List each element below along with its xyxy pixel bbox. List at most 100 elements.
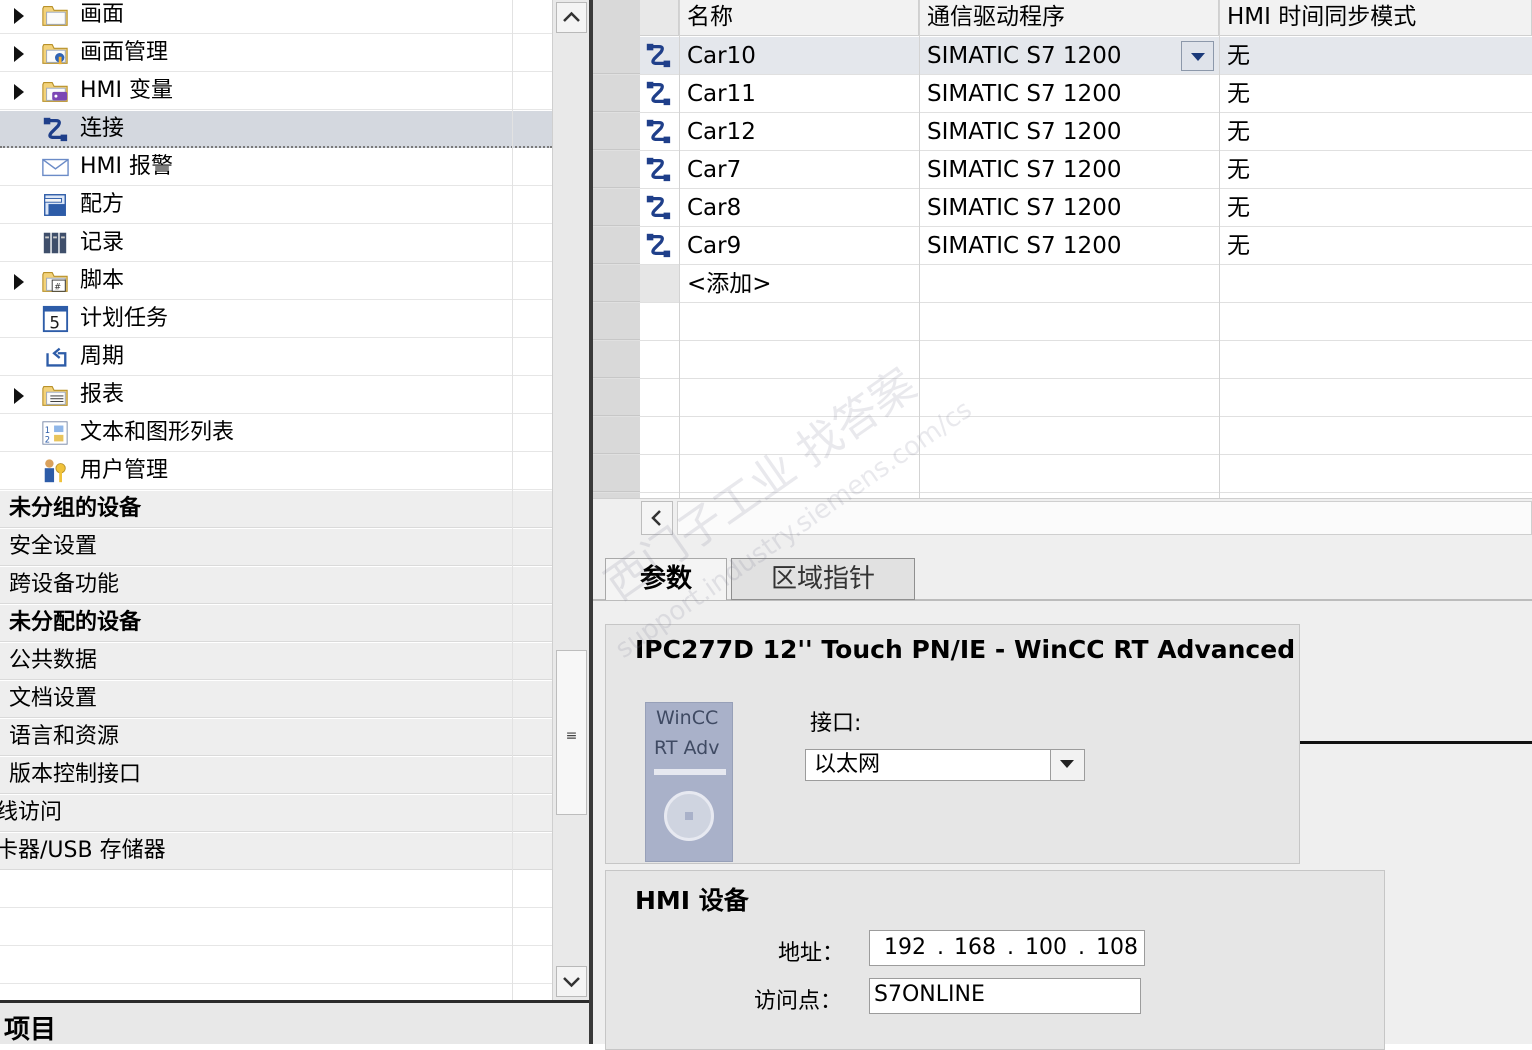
cell-name[interactable]: Car8 xyxy=(687,193,741,223)
tree-item-label: 计划任务 xyxy=(80,306,169,331)
tree-item[interactable]: 报表 xyxy=(0,377,552,414)
add-connection-label[interactable]: <添加> xyxy=(687,269,772,299)
tree-group-item[interactable]: 未分组的设备 xyxy=(0,491,552,528)
tree-vertical-scrollbar[interactable]: ≡ xyxy=(552,0,591,1000)
interface-dropdown[interactable]: 以太网 xyxy=(805,749,1085,781)
cell-driver[interactable]: SIMATIC S7 1200 xyxy=(927,231,1121,261)
tab-parameters[interactable]: 参数 xyxy=(605,558,727,600)
cell-time-sync[interactable]: 无 xyxy=(1227,155,1250,185)
tree-item[interactable]: 1 2 文本和图形列表 xyxy=(0,415,552,452)
cell-driver[interactable]: SIMATIC S7 1200 xyxy=(927,193,1121,223)
cell-name[interactable]: Car9 xyxy=(687,231,741,261)
column-divider xyxy=(679,0,680,500)
row-selector[interactable] xyxy=(593,37,640,74)
tree-group-item[interactable]: 未分配的设备 xyxy=(0,605,552,642)
cell-driver[interactable]: SIMATIC S7 1200 xyxy=(927,41,1121,71)
tree-item[interactable]: 记录 xyxy=(0,225,552,262)
row-selector[interactable] xyxy=(593,113,640,150)
cell-name[interactable]: Car11 xyxy=(687,79,756,109)
hmi-device-title: HMI 设备 xyxy=(635,886,749,915)
cell-time-sync[interactable]: 无 xyxy=(1227,117,1250,147)
tree-group-item[interactable]: 跨设备功能 xyxy=(0,567,552,604)
ip-octet-1[interactable]: 192 xyxy=(884,931,926,965)
ip-octet-4[interactable]: 108 xyxy=(1096,931,1138,965)
tab-area-pointers[interactable]: 区域指针 xyxy=(731,558,915,600)
table-row[interactable]: Car8 SIMATIC S7 1200 无 xyxy=(593,189,1532,227)
row-selector[interactable] xyxy=(593,75,640,112)
expand-arrow-icon[interactable] xyxy=(14,84,24,100)
cell-name[interactable]: Car12 xyxy=(687,117,756,147)
connection-icon xyxy=(643,41,673,71)
cell-driver[interactable]: SIMATIC S7 1200 xyxy=(927,79,1121,109)
dropdown-arrow-icon[interactable] xyxy=(1050,750,1084,780)
connection-icon xyxy=(643,231,673,261)
tree-item[interactable]: HMI 报警 xyxy=(0,149,552,186)
tree-group-item[interactable]: 安全设置 xyxy=(0,529,552,566)
connection-icon xyxy=(643,117,673,147)
tree-item[interactable]: 5 计划任务 xyxy=(0,301,552,338)
tree-item[interactable]: 画面管理 xyxy=(0,35,552,72)
table-row[interactable]: Car11 SIMATIC S7 1200 无 xyxy=(593,75,1532,113)
tree-item[interactable]: 用户管理 xyxy=(0,453,552,490)
empty-row xyxy=(593,455,1532,493)
tree-group-item[interactable]: 版本控制接口 xyxy=(0,757,552,794)
cell-name[interactable]: Car10 xyxy=(687,41,756,71)
tree-item-label: 周期 xyxy=(80,344,125,369)
table-row[interactable]: Car9 SIMATIC S7 1200 无 xyxy=(593,227,1532,265)
tree-item[interactable]: HMI 变量 xyxy=(0,73,552,110)
tree-group-item[interactable]: 卡器/USB 存储器 xyxy=(0,833,552,870)
connection-icon xyxy=(643,193,673,223)
cell-time-sync[interactable]: 无 xyxy=(1227,41,1250,71)
driver-dropdown-arrow-icon[interactable] xyxy=(1181,41,1214,71)
cell-driver[interactable]: SIMATIC S7 1200 xyxy=(927,117,1121,147)
project-panel-header[interactable]: 项目 xyxy=(0,1000,590,1045)
tree-item[interactable]: 周期 xyxy=(0,339,552,376)
tree-item[interactable]: # 脚本 xyxy=(0,263,552,300)
folder-script-icon: # xyxy=(40,267,70,295)
tree-item[interactable]: 配方 xyxy=(0,187,552,224)
row-selector[interactable] xyxy=(593,151,640,188)
header-driver[interactable]: 通信驱动程序 xyxy=(919,0,1219,36)
ip-octet-3[interactable]: 100 xyxy=(1025,931,1067,965)
row-selector[interactable] xyxy=(593,189,640,226)
add-row[interactable]: <添加> xyxy=(593,265,1532,303)
tree-group-item[interactable]: 公共数据 xyxy=(0,643,552,680)
tree-item[interactable]: 连接 xyxy=(0,111,552,148)
log-archive-icon xyxy=(40,229,70,257)
row-selector[interactable] xyxy=(593,227,640,264)
scheduler-calendar-icon: 5 xyxy=(40,305,70,333)
wincc-image-line2: RT Adv xyxy=(654,737,720,759)
cell-time-sync[interactable]: 无 xyxy=(1227,79,1250,109)
tree-group-item[interactable]: 文档设置 xyxy=(0,681,552,718)
tree-group-item[interactable]: 线访问 xyxy=(0,795,552,832)
expand-arrow-icon[interactable] xyxy=(14,8,24,24)
scroll-down-button[interactable] xyxy=(556,966,587,997)
header-time-sync[interactable]: HMI 时间同步模式 xyxy=(1219,0,1532,36)
cell-driver[interactable]: SIMATIC S7 1200 xyxy=(927,155,1121,185)
expand-arrow-icon[interactable] xyxy=(14,388,24,404)
scroll-thumb[interactable]: ≡ xyxy=(556,650,587,815)
cell-time-sync[interactable]: 无 xyxy=(1227,231,1250,261)
expand-arrow-icon[interactable] xyxy=(14,274,24,290)
ip-dot: . xyxy=(1078,935,1085,960)
tree-group-item[interactable]: 语言和资源 xyxy=(0,719,552,756)
scroll-track[interactable] xyxy=(677,501,1532,535)
table-horizontal-scrollbar[interactable] xyxy=(593,498,1532,539)
cell-name[interactable]: Car7 xyxy=(687,155,741,185)
scroll-left-button[interactable] xyxy=(641,501,673,535)
network-line xyxy=(1300,741,1532,744)
ip-address-field[interactable]: 192 . 168 . 100 . 108 xyxy=(869,930,1145,966)
table-row[interactable]: Car10 SIMATIC S7 1200 无 xyxy=(593,37,1532,75)
table-row[interactable]: Car12 SIMATIC S7 1200 无 xyxy=(593,113,1532,151)
cell-time-sync[interactable]: 无 xyxy=(1227,193,1250,223)
tree-item[interactable]: 画面 xyxy=(0,0,552,34)
expand-arrow-icon[interactable] xyxy=(14,46,24,62)
recipe-icon xyxy=(40,191,70,219)
row-selector xyxy=(593,455,640,492)
table-row[interactable]: Car7 SIMATIC S7 1200 无 xyxy=(593,151,1532,189)
header-name[interactable]: 名称 xyxy=(679,0,919,36)
access-point-field[interactable]: S7ONLINE xyxy=(869,978,1141,1014)
row-selector xyxy=(593,341,640,378)
scroll-up-button[interactable] xyxy=(556,2,587,33)
ip-octet-2[interactable]: 168 xyxy=(954,931,996,965)
